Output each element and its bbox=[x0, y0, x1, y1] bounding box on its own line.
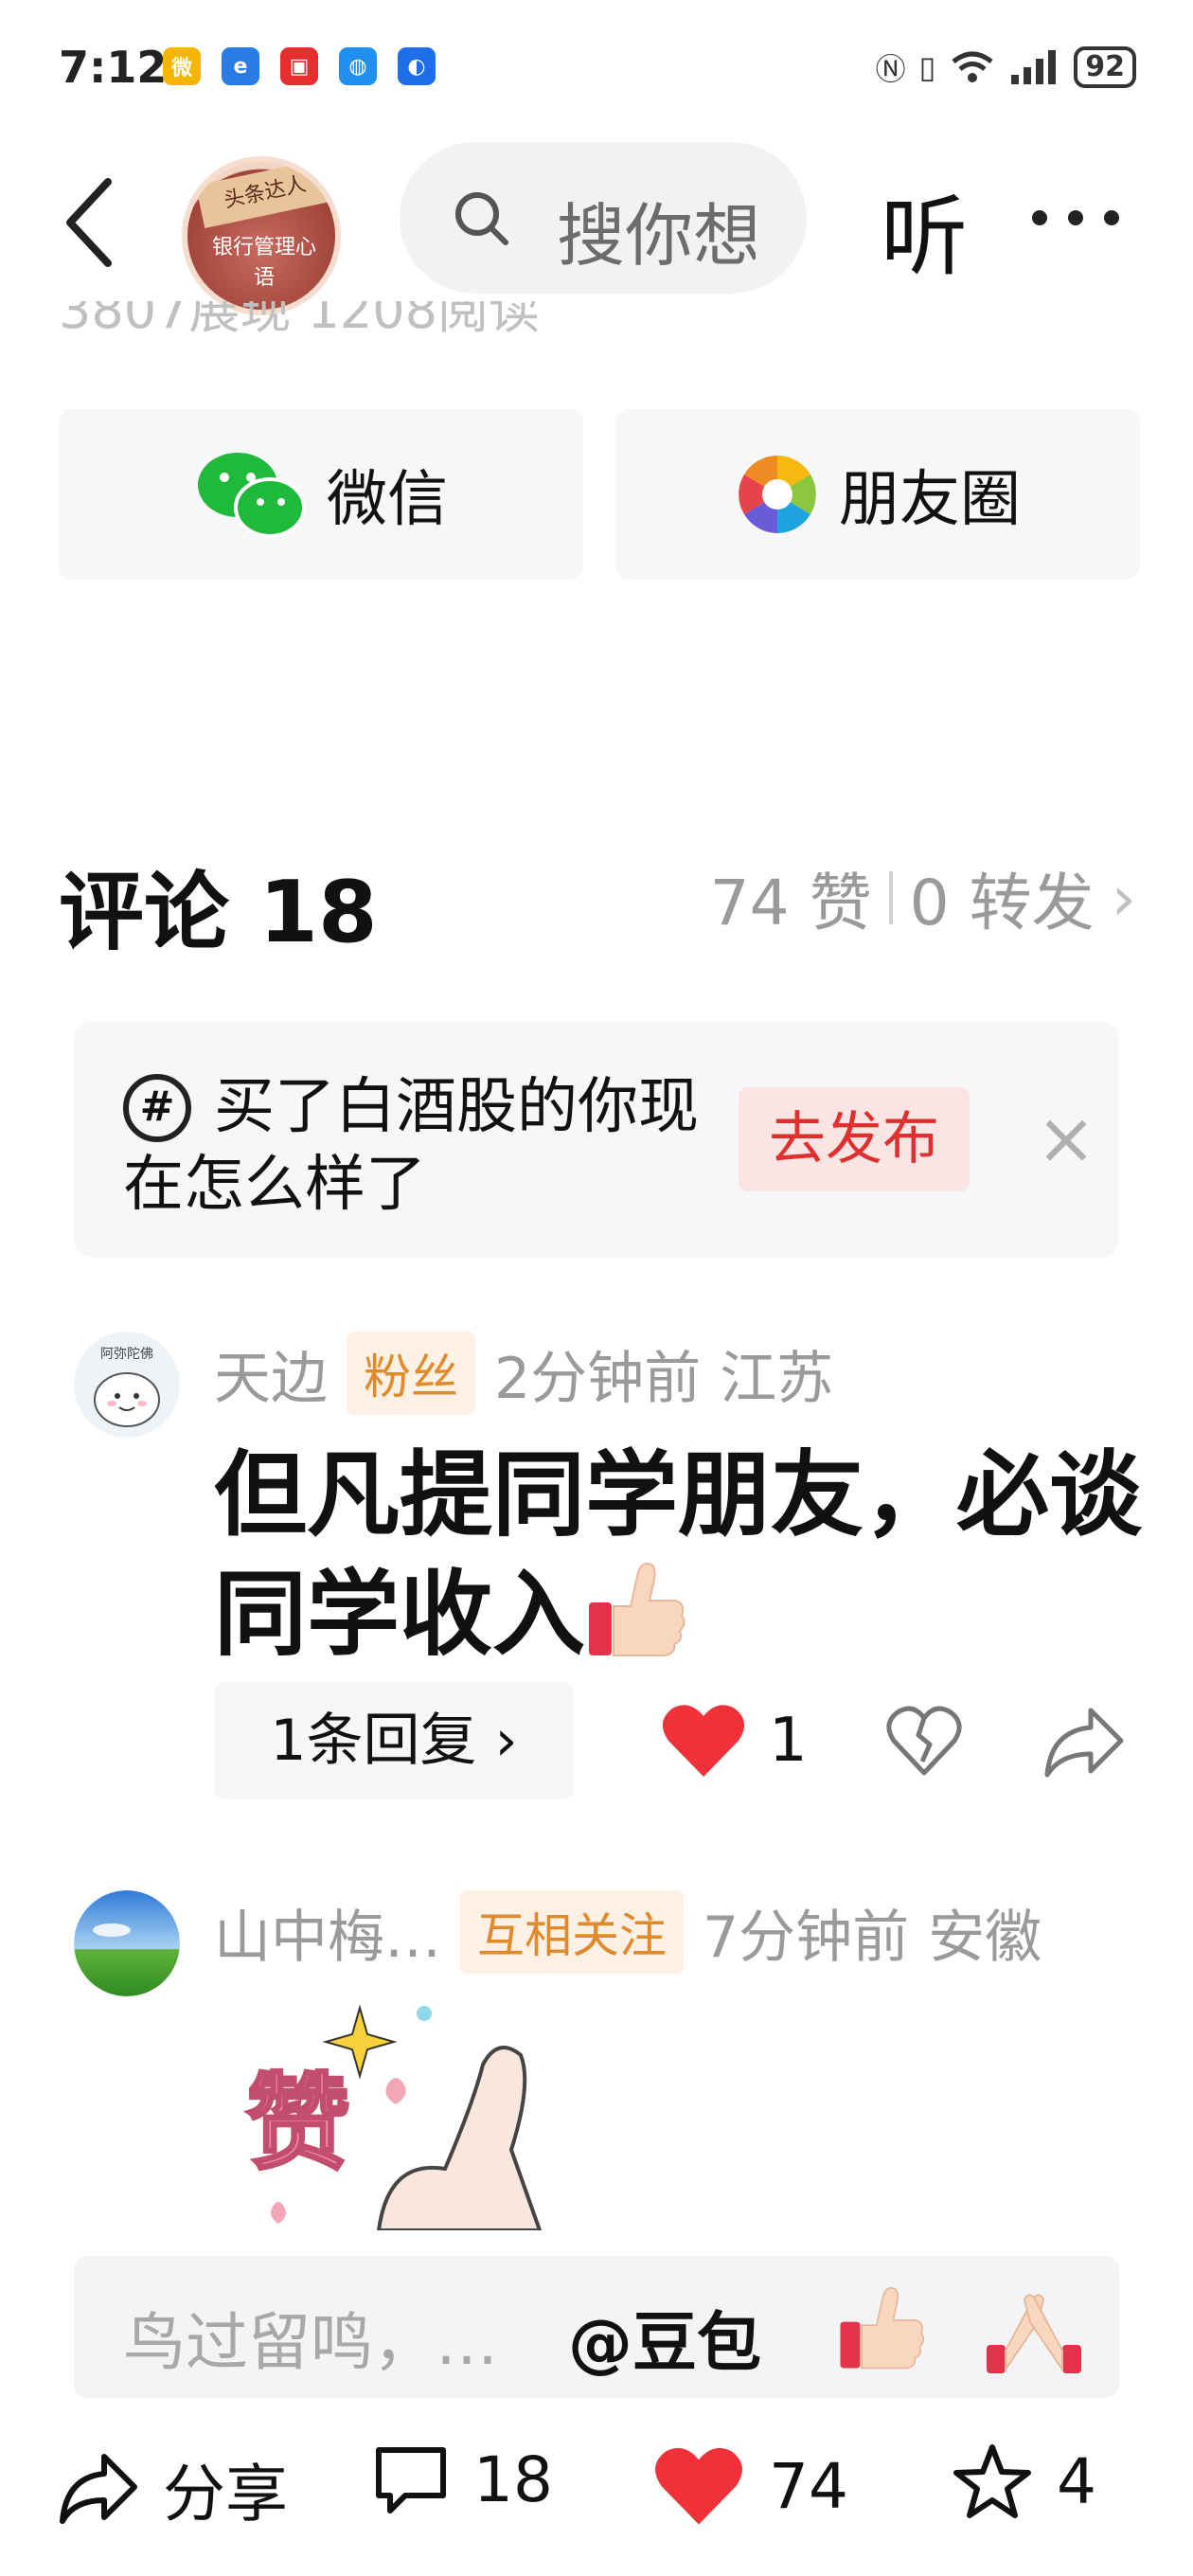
avatar-book-title: 银行管理心语 bbox=[211, 236, 316, 290]
comment-author[interactable]: 天边 bbox=[214, 1333, 328, 1415]
mutual-follow-badge: 互相关注 bbox=[460, 1890, 684, 1974]
publish-button[interactable]: 去发布 bbox=[739, 1087, 970, 1191]
likes-count: 74 赞 bbox=[709, 867, 872, 939]
notification-icons: 微 e ▣ ◍ ◐ bbox=[163, 47, 436, 85]
like-count: 74 bbox=[769, 2449, 848, 2523]
wechat-icon bbox=[198, 453, 306, 538]
comment-like-count: 1 bbox=[769, 1706, 808, 1776]
message-icon: ◍ bbox=[339, 47, 377, 85]
comments-title: 评论 18 bbox=[59, 863, 378, 962]
comment-item: 阿弥陀佛 天边 粉丝 2分钟前 江苏 但凡提同学朋友，必谈同学收入 1条回复 ›… bbox=[74, 1332, 1144, 1805]
view-replies-button[interactable]: 1条回复 › bbox=[214, 1682, 574, 1799]
status-bar: 7:12 微 e ▣ ◍ ◐ Ⓝ ▯ 92 bbox=[0, 0, 1193, 142]
heart-filled-icon bbox=[655, 2447, 742, 2525]
close-icon[interactable]: × bbox=[1028, 1100, 1104, 1176]
top-nav: 头条达人 银行管理心语 搜你想 听 bbox=[0, 142, 1193, 315]
favorite-count: 4 bbox=[1057, 2444, 1096, 2518]
share-wechat-button[interactable]: 微信 bbox=[59, 409, 583, 580]
browser-icon: e bbox=[222, 47, 259, 85]
svg-text:赞: 赞 bbox=[246, 2063, 350, 2184]
author-avatar[interactable]: 头条达人 银行管理心语 bbox=[182, 156, 341, 315]
comment-count: 18 bbox=[473, 2443, 553, 2516]
signal-icon bbox=[1011, 50, 1057, 84]
topic-text: 买了白酒股的你现在怎么样了 bbox=[123, 1072, 699, 1220]
back-icon[interactable] bbox=[59, 170, 134, 275]
comment-button[interactable]: 18 bbox=[373, 2443, 553, 2516]
status-right: Ⓝ ▯ 92 bbox=[876, 45, 1136, 89]
share-wechat-label: 微信 bbox=[327, 465, 448, 535]
search-input[interactable]: 搜你想 bbox=[400, 142, 807, 294]
share-moments-label: 朋友圈 bbox=[839, 465, 1021, 535]
comment-input-placeholder: 鸟过留鸣，… bbox=[123, 2306, 498, 2379]
comment-meta: 天边 粉丝 2分钟前 江苏 bbox=[214, 1332, 833, 1415]
share-moments-button[interactable]: 朋友圈 bbox=[615, 409, 1140, 580]
sticker-image[interactable]: 赞 bbox=[218, 1989, 691, 2230]
search-icon bbox=[455, 192, 508, 245]
comment-author[interactable]: 山中梅… bbox=[214, 1891, 441, 1974]
chevron-right-icon: › bbox=[1111, 861, 1136, 935]
comment-location: 安徽 bbox=[928, 1904, 1042, 1971]
comment-icon bbox=[376, 2446, 446, 2513]
share-icon bbox=[60, 2454, 137, 2524]
mention-doubao-button[interactable]: @豆包 bbox=[568, 2290, 761, 2384]
comment-time: 7分钟前 bbox=[703, 1904, 910, 1971]
more-options-icon[interactable] bbox=[1032, 210, 1146, 229]
share-button[interactable]: 分享 bbox=[59, 2443, 288, 2534]
wifi-icon bbox=[952, 51, 993, 82]
comment-like-button[interactable]: 1 bbox=[661, 1701, 808, 1780]
svg-text:阿弥陀佛: 阿弥陀佛 bbox=[100, 1346, 153, 1362]
share-label: 分享 bbox=[163, 2458, 288, 2531]
share-row: 微信 朋友圈 bbox=[59, 409, 1140, 580]
bottom-action-bar: 分享 18 74 4 bbox=[0, 2424, 1193, 2557]
news-icon: ▣ bbox=[280, 47, 318, 85]
weibo-icon: 微 bbox=[163, 47, 201, 85]
clap-emoji-icon[interactable] bbox=[985, 2284, 1083, 2375]
moments-icon bbox=[739, 456, 816, 533]
comment-location: 江苏 bbox=[720, 1345, 834, 1412]
like-button[interactable]: 74 bbox=[653, 2443, 848, 2529]
comment-item: 山中梅… 互相关注 7分钟前 安徽 bbox=[74, 1890, 1144, 1996]
comment-meta: 山中梅… 互相关注 7分钟前 安徽 bbox=[214, 1890, 1042, 1974]
star-icon bbox=[953, 2444, 1031, 2518]
thumbs-up-emoji-icon bbox=[589, 1563, 686, 1656]
bulb-icon: ◐ bbox=[398, 47, 436, 85]
avatar-ribbon: 头条达人 bbox=[195, 162, 335, 229]
favorite-button[interactable]: 4 bbox=[953, 2443, 1096, 2519]
comment-time: 2分钟前 bbox=[494, 1345, 702, 1412]
battery-indicator: 92 bbox=[1074, 46, 1136, 88]
vibrate-icon: ▯ bbox=[918, 49, 936, 85]
listen-button[interactable]: 听 bbox=[881, 167, 968, 293]
comment-input[interactable]: 鸟过留鸣，… @豆包 bbox=[74, 2256, 1119, 2398]
forwards-count: 0 转发 bbox=[909, 867, 1095, 939]
comment-avatar[interactable]: 阿弥陀佛 bbox=[74, 1332, 180, 1438]
nfc-icon: Ⓝ bbox=[875, 51, 906, 87]
forward-icon[interactable] bbox=[1043, 1703, 1125, 1779]
thumbs-up-emoji-icon[interactable] bbox=[837, 2281, 928, 2371]
heart-icon bbox=[662, 1705, 745, 1777]
article-stats: 3807展现 1208阅读 bbox=[59, 301, 541, 339]
comment-avatar[interactable] bbox=[74, 1890, 180, 1996]
comments-stats[interactable]: 74 赞 0 转发 › bbox=[710, 852, 1136, 943]
comment-body: 但凡提同学朋友，必谈同学收入 bbox=[214, 1436, 1142, 1674]
divider bbox=[888, 871, 893, 924]
search-placeholder: 搜你想 bbox=[557, 196, 756, 276]
topic-banner[interactable]: # 买了白酒股的你现在怎么样了 去发布 × bbox=[74, 1021, 1119, 1258]
broken-heart-icon[interactable] bbox=[886, 1703, 962, 1779]
status-time: 7:12 bbox=[59, 42, 168, 93]
fan-badge: 粉丝 bbox=[347, 1332, 475, 1415]
